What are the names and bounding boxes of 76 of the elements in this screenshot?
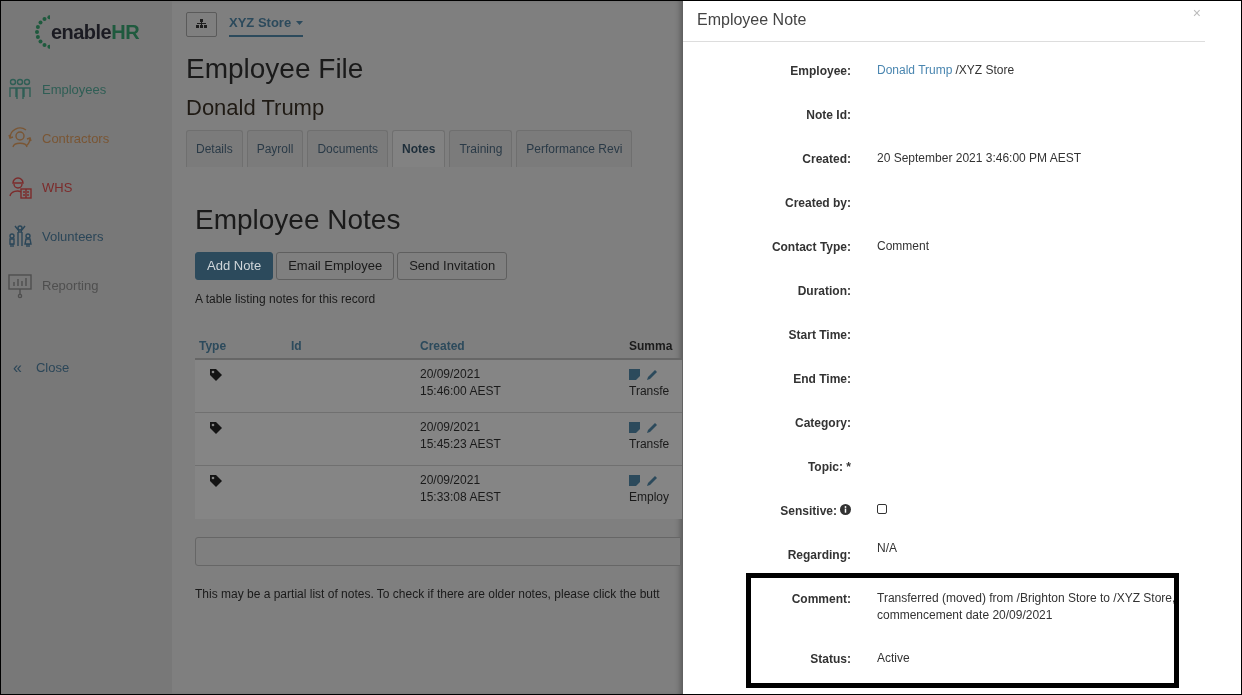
employee-name: Donald Trump xyxy=(186,94,326,122)
sidebar-item[interactable]: Employees xyxy=(42,79,107,100)
close-link[interactable]: Close xyxy=(35,358,70,378)
field-label: Sensitive: xyxy=(780,503,837,520)
field-label: Comment: xyxy=(791,591,851,608)
table-cell-text: 15:45:23 AEST xyxy=(420,436,502,453)
field-label: Contact Type: xyxy=(771,239,851,256)
field-value: N/A xyxy=(877,541,897,555)
tab[interactable]: Payroll xyxy=(246,130,304,167)
column-header[interactable]: Id xyxy=(287,337,416,355)
sidebar-item[interactable]: Volunteers xyxy=(42,226,104,247)
table-cell-text: 15:33:08 AEST xyxy=(420,489,502,506)
table-cell-text: Employ xyxy=(629,489,670,506)
field-label: Start Time: xyxy=(788,327,851,344)
table-cell-text: 20/09/2021 xyxy=(420,419,482,436)
field-label: Category: xyxy=(795,415,851,432)
panel-title: Employee Note xyxy=(697,10,807,30)
group-icon xyxy=(7,223,33,250)
employee-link[interactable]: Donald Trump xyxy=(877,63,953,77)
sidebar-item[interactable]: WHS xyxy=(42,177,73,198)
add-note-button[interactable]: Add Note xyxy=(195,252,274,280)
tab[interactable]: Notes xyxy=(392,130,446,167)
tab[interactable]: Performance Revi xyxy=(516,130,633,167)
tag-icon xyxy=(209,474,223,488)
sidebar-item[interactable]: Contractors xyxy=(42,128,110,149)
field-value: /XYZ Store xyxy=(954,63,1015,77)
input-field[interactable] xyxy=(195,537,681,566)
table-cell-text: Transfe xyxy=(629,436,671,453)
org-chart-button[interactable] xyxy=(186,11,217,37)
field-label: End Time: xyxy=(793,371,851,388)
tab[interactable]: Documents xyxy=(307,130,389,167)
field-label: Regarding: xyxy=(787,547,851,564)
field-label: Employee: xyxy=(790,63,851,80)
field-label: Topic: * xyxy=(807,459,851,476)
note-icon xyxy=(629,475,640,486)
page-title: Employee File xyxy=(186,52,365,86)
action-button[interactable]: Send Invitation xyxy=(397,252,508,280)
field-label: Created by: xyxy=(784,195,851,212)
action-button[interactable]: Email Employee xyxy=(276,252,395,280)
store-selector[interactable]: XYZ Store xyxy=(229,11,304,37)
tab[interactable]: Training xyxy=(449,130,513,167)
caret-icon xyxy=(296,20,304,25)
field-value: Active xyxy=(877,651,910,665)
field-label: Note Id: xyxy=(806,107,851,124)
table-cell-text: 20/09/2021 xyxy=(420,472,482,489)
pencil-icon xyxy=(646,421,658,434)
table-cell-text: 15:46:00 AEST xyxy=(420,383,502,400)
footer-note: This may be a partial list of notes. To check if there are older notes, please click the butt xyxy=(195,586,661,603)
note-icon xyxy=(629,422,640,433)
field-value: Transferred (moved) from /Brighton Store to /XYZ Store, commencement date 20/09/2021 xyxy=(877,591,1176,622)
field-value: 20 September 2021 3:46:00 PM AEST xyxy=(877,151,1082,165)
field-label: Created: xyxy=(802,151,851,168)
column-header[interactable]: Type xyxy=(195,337,287,355)
field-label: Status: xyxy=(810,651,851,668)
field-label: Duration: xyxy=(797,283,851,300)
table-cell-text: 20/09/2021 xyxy=(420,366,482,383)
field-value: Comment xyxy=(877,239,929,253)
close-button[interactable]: × xyxy=(1192,6,1201,20)
chart-board-icon xyxy=(7,272,33,299)
worker-icon xyxy=(7,174,33,201)
double-chevron-icon: « xyxy=(13,359,22,376)
tab[interactable]: Details xyxy=(186,130,243,167)
column-header[interactable]: Created xyxy=(416,337,625,355)
tag-icon xyxy=(209,421,223,435)
section-title: Employee Notes xyxy=(195,203,402,237)
logo-dots-icon xyxy=(33,14,50,50)
checkbox[interactable] xyxy=(877,504,887,514)
logo: enableHR xyxy=(50,20,140,45)
pencil-icon xyxy=(646,368,658,381)
column-header[interactable]: Summa xyxy=(625,337,682,355)
table-cell-text: Transfe xyxy=(629,383,671,400)
table-caption: A table listing notes for this record xyxy=(195,291,377,308)
pencil-icon xyxy=(646,474,658,487)
org-chart-icon xyxy=(196,19,207,29)
note-icon xyxy=(629,369,640,380)
tag-icon xyxy=(209,368,223,382)
